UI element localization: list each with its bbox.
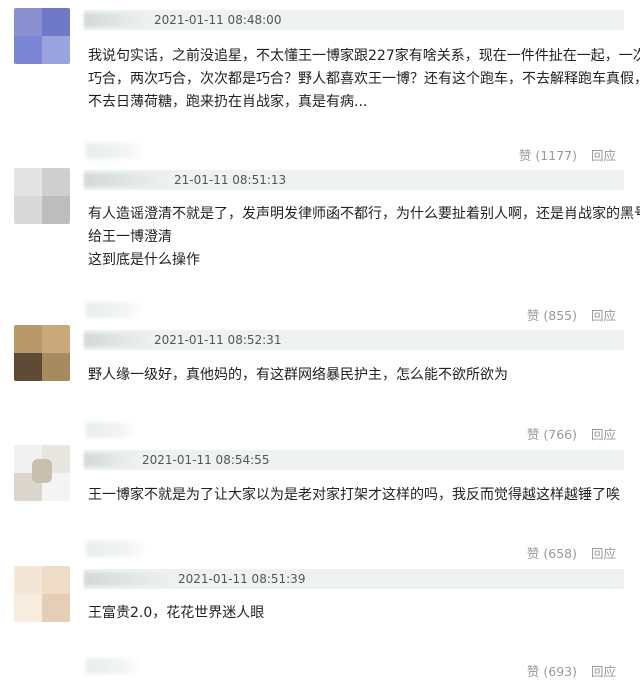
comment-text: 王一博家不就是为了让大家以为是老对家打架才这样的吗，我反而觉得越这样越锤了唉 — [88, 487, 620, 503]
comment-actions: 赞 (766) 回应 — [527, 424, 616, 443]
comment-text: 王富贵2.0，花花世界迷人眼 — [88, 605, 265, 621]
comment-header: 2021-01-11 08:48:00 — [84, 10, 624, 30]
like-button[interactable]: 赞 (693) — [527, 664, 577, 679]
reply-button[interactable]: 回应 — [591, 308, 616, 323]
comment-header: 2021-01-11 08:54:55 — [84, 450, 624, 470]
comment-actions: 赞 (658) 回应 — [527, 543, 616, 562]
username-masked[interactable] — [84, 173, 172, 187]
comment-time: 2021-01-11 08:52:31 — [154, 333, 282, 347]
comment-header: 21-01-11 08:51:13 — [84, 170, 624, 190]
comment-actions: 赞 (1177) 回应 — [519, 145, 616, 164]
avatar[interactable] — [14, 445, 70, 501]
like-button[interactable]: 赞 (766) — [527, 427, 577, 442]
blurred-reply-preview — [86, 658, 141, 674]
comment-time: 2021-01-11 08:51:39 — [178, 572, 306, 586]
comment-time: 21-01-11 08:51:13 — [174, 173, 287, 187]
comment-header: 2021-01-11 08:52:31 — [84, 330, 624, 350]
blurred-reply-preview — [86, 143, 146, 159]
avatar[interactable] — [14, 325, 70, 381]
reply-button[interactable]: 回应 — [591, 148, 616, 163]
like-button[interactable]: 赞 (1177) — [519, 148, 577, 163]
like-button[interactable]: 赞 (658) — [527, 546, 577, 561]
blurred-reply-preview — [86, 422, 136, 438]
like-button[interactable]: 赞 (855) — [527, 308, 577, 323]
comment-text: 我说句实话，之前没追星，不太懂王一博家跟227家有啥关系，现在一件件扯在一起，一… — [88, 48, 640, 110]
reply-button[interactable]: 回应 — [591, 546, 616, 561]
comment-actions: 赞 (693) 回应 — [527, 661, 616, 680]
avatar[interactable] — [14, 566, 70, 622]
reply-button[interactable]: 回应 — [591, 664, 616, 679]
comment-time: 2021-01-11 08:54:55 — [142, 453, 270, 467]
username-masked[interactable] — [84, 572, 174, 586]
username-masked[interactable] — [84, 333, 154, 347]
comment-header: 2021-01-11 08:51:39 — [84, 569, 624, 589]
comment-time: 2021-01-11 08:48:00 — [154, 13, 282, 27]
comment-text: 有人造谣澄清不就是了，发声明发律师函不都行，为什么要扯着别人啊，还是肖战家的黑号… — [88, 206, 640, 268]
avatar[interactable] — [14, 8, 70, 64]
comment-text: 野人缘一级好，真他妈的，有这群网络暴民护主，怎么能不欲所欲为 — [88, 367, 508, 383]
comment-actions: 赞 (855) 回应 — [527, 305, 616, 324]
username-masked[interactable] — [84, 13, 150, 27]
avatar[interactable] — [14, 168, 70, 224]
blurred-reply-preview — [86, 541, 148, 557]
username-masked[interactable] — [84, 453, 136, 467]
blurred-reply-preview — [86, 302, 144, 318]
reply-button[interactable]: 回应 — [591, 427, 616, 442]
